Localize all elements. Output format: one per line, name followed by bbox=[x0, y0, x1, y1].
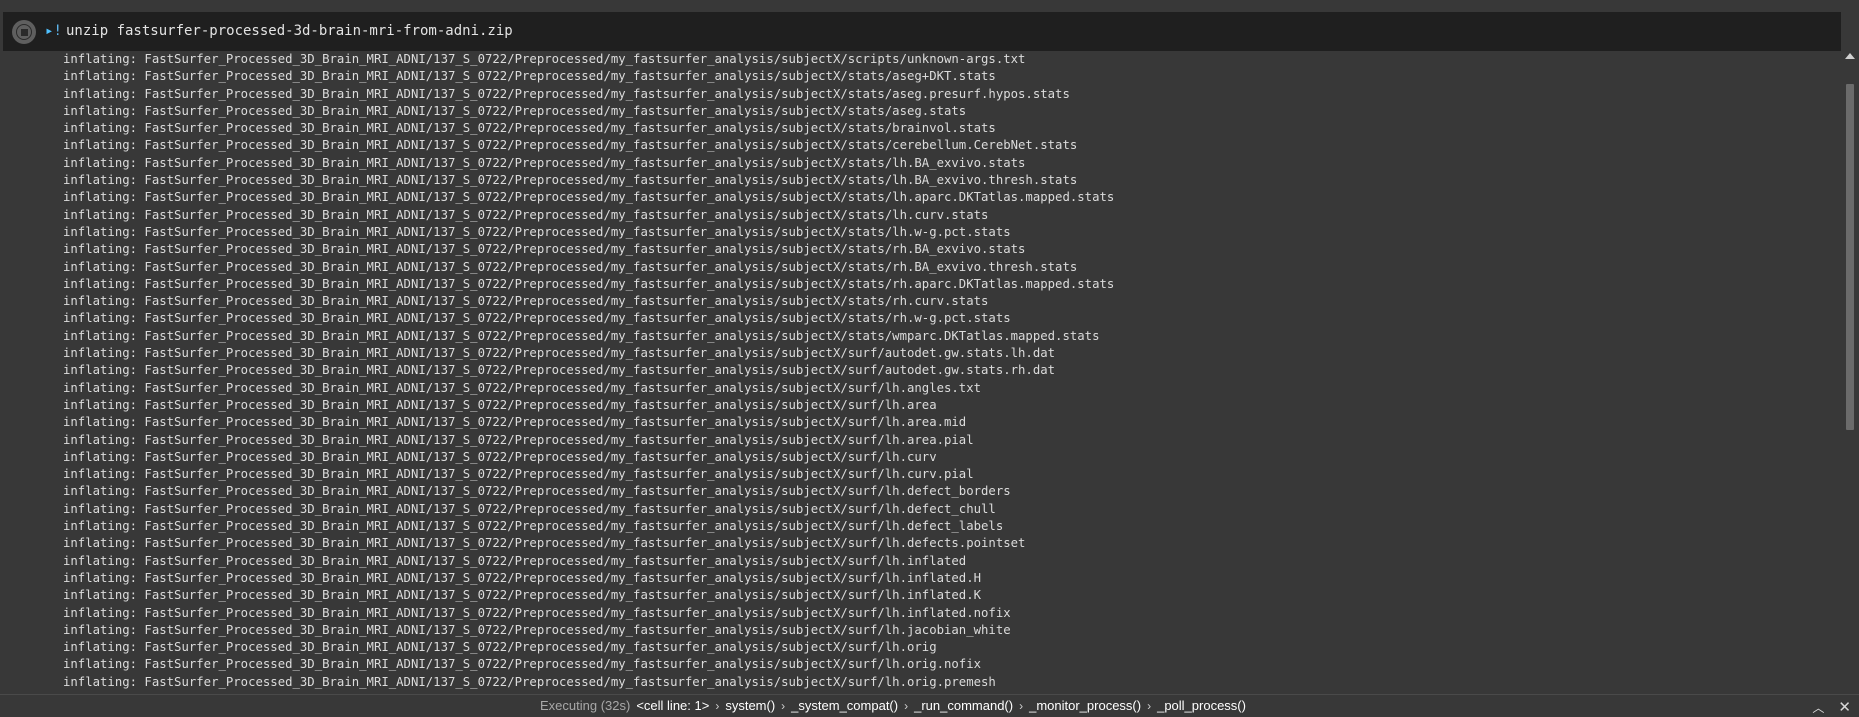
output-line: inflating: FastSurfer_Processed_3D_Brain… bbox=[63, 224, 1011, 239]
cell-input-editor[interactable]: ▸! unzip fastsurfer-processed-3d-brain-m… bbox=[3, 12, 1841, 51]
output-line: inflating: FastSurfer_Processed_3D_Brain… bbox=[63, 311, 1011, 326]
breadcrumb-separator-icon: › bbox=[1147, 699, 1152, 713]
shell-command-marker: ▸! bbox=[45, 22, 62, 40]
output-line: inflating: FastSurfer_Processed_3D_Brain… bbox=[63, 363, 1056, 378]
output-line: inflating: FastSurfer_Processed_3D_Brain… bbox=[63, 69, 996, 84]
output-line: inflating: FastSurfer_Processed_3D_Brain… bbox=[63, 501, 996, 516]
status-bar-controls: ︿ ✕ bbox=[1812, 698, 1851, 716]
call-stack-frame[interactable]: _monitor_process() bbox=[1029, 698, 1141, 714]
execution-status: Executing (32s) <cell line: 1> › system() ›… bbox=[540, 698, 1246, 714]
call-stack-frame[interactable]: _system_compat() bbox=[791, 698, 898, 714]
stop-execution-button[interactable] bbox=[12, 20, 36, 44]
output-line: inflating: FastSurfer_Processed_3D_Brain… bbox=[63, 346, 1056, 361]
output-line: inflating: FastSurfer_Processed_3D_Brain… bbox=[63, 276, 1115, 291]
output-line: inflating: FastSurfer_Processed_3D_Brain… bbox=[63, 622, 1011, 637]
output-line: inflating: FastSurfer_Processed_3D_Brain… bbox=[63, 397, 937, 412]
output-line: inflating: FastSurfer_Processed_3D_Brain… bbox=[63, 380, 982, 395]
notebook-cell: ▸! unzip fastsurfer-processed-3d-brain-m… bbox=[0, 0, 1859, 717]
output-line: inflating: FastSurfer_Processed_3D_Brain… bbox=[63, 553, 967, 568]
output-line: inflating: FastSurfer_Processed_3D_Brain… bbox=[63, 190, 1115, 205]
output-line: inflating: FastSurfer_Processed_3D_Brain… bbox=[63, 103, 967, 118]
output-line: inflating: FastSurfer_Processed_3D_Brain… bbox=[63, 415, 967, 430]
call-stack-frame[interactable]: system() bbox=[725, 698, 775, 714]
chevron-up-icon[interactable]: ︿ bbox=[1812, 699, 1824, 716]
output-line: inflating: FastSurfer_Processed_3D_Brain… bbox=[63, 52, 1026, 66]
status-bar: Executing (32s) <cell line: 1> › system() ›… bbox=[0, 694, 1859, 717]
output-scrollbar[interactable] bbox=[1841, 51, 1859, 694]
cell-command-text[interactable]: unzip fastsurfer-processed-3d-brain-mri-… bbox=[66, 22, 513, 40]
close-icon[interactable]: ✕ bbox=[1838, 698, 1851, 716]
output-line: inflating: FastSurfer_Processed_3D_Brain… bbox=[63, 432, 974, 447]
call-stack-frame[interactable]: <cell line: 1> bbox=[636, 698, 709, 714]
call-stack-frame[interactable]: _run_command() bbox=[914, 698, 1013, 714]
cell-top-strip bbox=[0, 0, 1859, 12]
output-line: inflating: FastSurfer_Processed_3D_Brain… bbox=[63, 207, 989, 222]
breadcrumb-separator-icon: › bbox=[715, 699, 720, 713]
output-line: inflating: FastSurfer_Processed_3D_Brain… bbox=[63, 294, 989, 309]
output-line: inflating: FastSurfer_Processed_3D_Brain… bbox=[63, 484, 1011, 499]
scroll-up-arrow-icon[interactable] bbox=[1845, 53, 1855, 59]
output-line: inflating: FastSurfer_Processed_3D_Brain… bbox=[63, 121, 996, 136]
output-lines: inflating: FastSurfer_Processed_3D_Brain… bbox=[63, 51, 1114, 691]
stop-square bbox=[20, 28, 28, 36]
output-line: inflating: FastSurfer_Processed_3D_Brain… bbox=[63, 86, 1070, 101]
output-line: inflating: FastSurfer_Processed_3D_Brain… bbox=[63, 155, 1026, 170]
output-line: inflating: FastSurfer_Processed_3D_Brain… bbox=[63, 519, 1004, 534]
breadcrumb-separator-icon: › bbox=[1019, 699, 1024, 713]
output-line: inflating: FastSurfer_Processed_3D_Brain… bbox=[63, 657, 982, 672]
output-line: inflating: FastSurfer_Processed_3D_Brain… bbox=[63, 328, 1100, 343]
output-line: inflating: FastSurfer_Processed_3D_Brain… bbox=[63, 173, 1078, 188]
stop-execution-icon bbox=[16, 24, 32, 40]
output-line: inflating: FastSurfer_Processed_3D_Brain… bbox=[63, 674, 996, 689]
output-line: inflating: FastSurfer_Processed_3D_Brain… bbox=[63, 242, 1026, 257]
breadcrumb-separator-icon: › bbox=[904, 699, 909, 713]
output-line: inflating: FastSurfer_Processed_3D_Brain… bbox=[63, 605, 1011, 620]
output-line: inflating: FastSurfer_Processed_3D_Brain… bbox=[63, 467, 974, 482]
output-line: inflating: FastSurfer_Processed_3D_Brain… bbox=[63, 570, 982, 585]
call-stack-frame[interactable]: _poll_process() bbox=[1157, 698, 1246, 714]
output-line: inflating: FastSurfer_Processed_3D_Brain… bbox=[63, 536, 1026, 551]
output-line: inflating: FastSurfer_Processed_3D_Brain… bbox=[63, 449, 937, 464]
cell-output: inflating: FastSurfer_Processed_3D_Brain… bbox=[0, 51, 1841, 694]
output-line: inflating: FastSurfer_Processed_3D_Brain… bbox=[63, 588, 982, 603]
breadcrumb-separator-icon: › bbox=[781, 699, 786, 713]
output-line: inflating: FastSurfer_Processed_3D_Brain… bbox=[63, 138, 1078, 153]
shell-bang: ! bbox=[53, 23, 62, 39]
executing-label: Executing (32s) bbox=[540, 698, 631, 713]
scrollbar-thumb[interactable] bbox=[1846, 84, 1854, 430]
output-line: inflating: FastSurfer_Processed_3D_Brain… bbox=[63, 259, 1078, 274]
output-line: inflating: FastSurfer_Processed_3D_Brain… bbox=[63, 640, 937, 655]
